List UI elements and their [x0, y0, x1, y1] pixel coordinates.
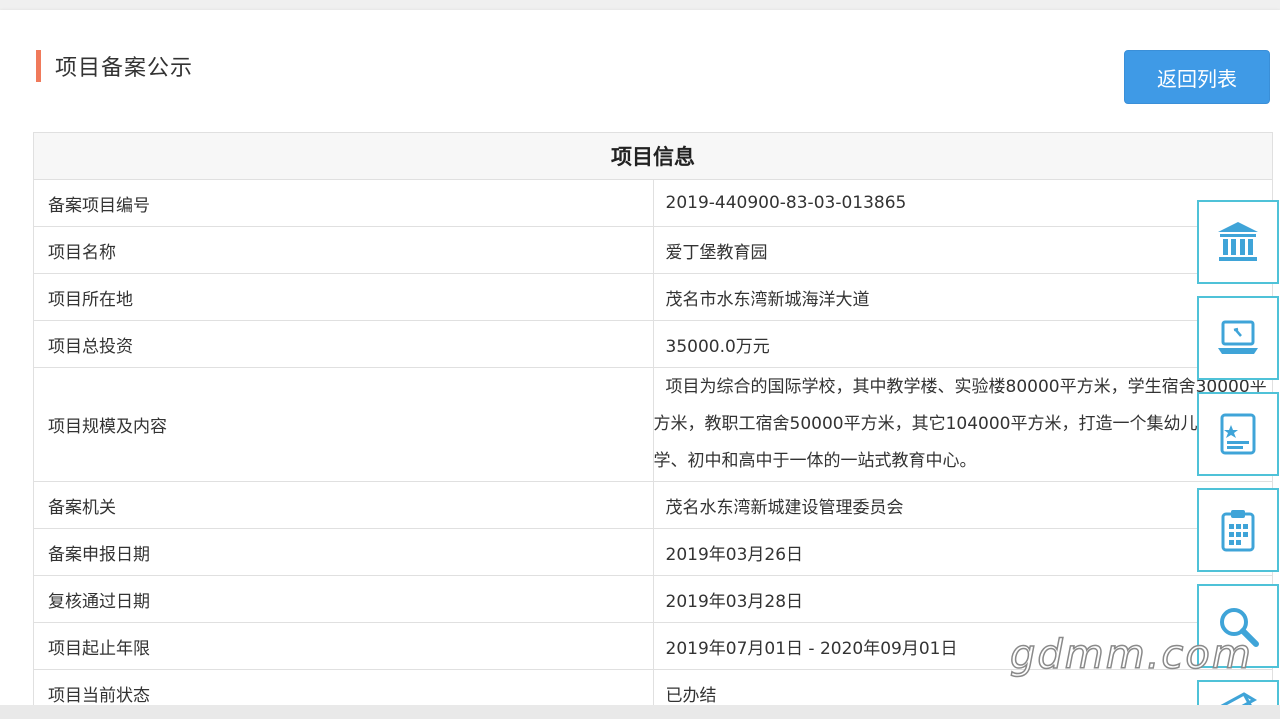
row-value: 爱丁堡教育园: [652, 226, 1273, 274]
title-accent-bar: [36, 50, 41, 82]
row-value: 茂名市水东湾新城海洋大道: [652, 273, 1273, 321]
page-title: 项目备案公示: [55, 56, 194, 81]
row-label: 项目起止年限: [33, 622, 654, 670]
row-label: 备案项目编号: [33, 179, 654, 227]
table-row: 备案申报日期 2019年03月26日: [33, 528, 1273, 576]
row-value: 35000.0万元: [652, 320, 1273, 368]
table-heading: 项目信息: [33, 132, 1273, 180]
certificate-icon: [1220, 413, 1256, 455]
table-row: 复核通过日期 2019年03月28日: [33, 575, 1273, 623]
table-row: 项目总投资 35000.0万元: [33, 320, 1273, 368]
row-label: 项目总投资: [33, 320, 654, 368]
table-row: 备案机关 茂名水东湾新城建设管理委员会: [33, 481, 1273, 529]
row-label: 项目所在地: [33, 273, 654, 321]
row-label: 备案申报日期: [33, 528, 654, 576]
table-row: 项目规模及内容 项目为综合的国际学校，其中教学楼、实验楼80000平方米，学生宿…: [33, 367, 1273, 482]
table-row: 项目所在地 茂名市水东湾新城海洋大道: [33, 273, 1273, 321]
watermark: gdmm.com: [1009, 631, 1253, 679]
bank-icon: [1218, 222, 1258, 261]
table-row: 项目名称 爱丁堡教育园: [33, 226, 1273, 274]
side-button-bank[interactable]: [1197, 200, 1279, 284]
row-label: 项目名称: [33, 226, 654, 274]
table-header-row: 项目信息: [33, 132, 1273, 180]
side-button-clipboard[interactable]: [1197, 488, 1279, 572]
back-to-list-button[interactable]: 返回列表: [1124, 50, 1270, 104]
row-value: 2019-440900-83-03-013865: [652, 179, 1273, 227]
project-info-table: 项目信息 备案项目编号 2019-440900-83-03-013865 项目名…: [33, 132, 1273, 717]
side-button-laptop[interactable]: [1197, 296, 1279, 380]
row-label: 备案机关: [33, 481, 654, 529]
page-header: 项目备案公示: [36, 50, 193, 82]
laptop-icon: [1218, 320, 1258, 354]
side-button-certificate[interactable]: [1197, 392, 1279, 476]
row-value-scale: 项目为综合的国际学校，其中教学楼、实验楼80000平方米，学生宿舍30000平方…: [652, 367, 1273, 482]
row-label: 复核通过日期: [33, 575, 654, 623]
row-value: 2019年03月26日: [652, 528, 1273, 576]
row-value: 2019年03月28日: [652, 575, 1273, 623]
row-label: 项目规模及内容: [33, 367, 654, 482]
row-value: 茂名水东湾新城建设管理委员会: [652, 481, 1273, 529]
bottom-strip: [0, 705, 1280, 719]
clipboard-icon: [1221, 510, 1255, 552]
table-row: 备案项目编号 2019-440900-83-03-013865: [33, 179, 1273, 227]
